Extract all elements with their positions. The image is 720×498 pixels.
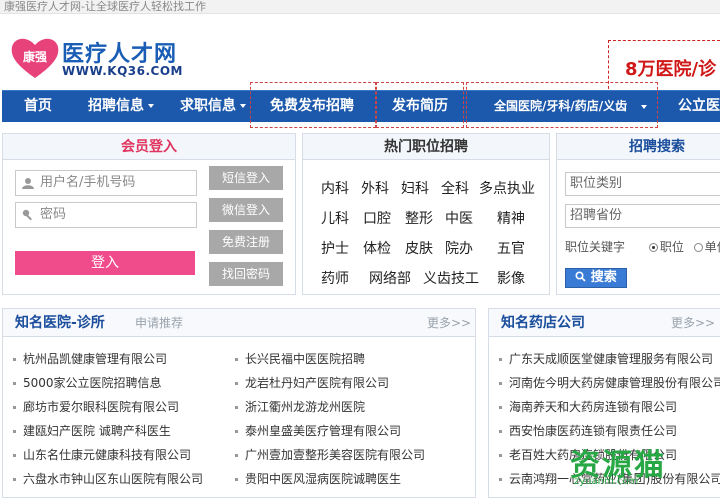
nav-resumes-label: 求职信息 — [180, 98, 236, 114]
list-item[interactable]: 杭州品凯健康管理有限公司 — [13, 347, 203, 371]
slogan-text: 康强医疗人才网-让全球医疗人轻松找工作 — [4, 0, 206, 13]
hot-jobs-title: 热门职位招聘 — [303, 134, 549, 160]
list-item[interactable]: 浙江衢州龙游龙州医院 — [235, 395, 425, 419]
hospitals-col1: 杭州品凯健康管理有限公司 5000家公立医院招聘信息 廊坊市爱尔眼科医院有限公司… — [13, 347, 203, 491]
list-item[interactable]: 廊坊市爱尔眼科医院有限公司 — [13, 395, 203, 419]
list-item[interactable]: 龙岩杜丹妇产医院有限公司 — [235, 371, 425, 395]
search-button-label: 搜索 — [590, 270, 617, 285]
key-icon — [22, 209, 32, 221]
hot-job-link[interactable]: 网络部 — [369, 268, 411, 288]
sms-login-button[interactable]: 短信登入 — [209, 166, 283, 190]
logo-url: WWW.KQ36.COM — [62, 64, 183, 78]
nav-directory-label: 全国医院/牙科/药店/义齿 — [494, 99, 628, 113]
nav-jobs-label: 招聘信息 — [88, 98, 144, 114]
search-button[interactable]: 搜索 — [565, 268, 627, 288]
nav-public-hospitals[interactable]: 公立医院 — [678, 91, 720, 122]
list-item[interactable]: 长兴民福中医医院招聘 — [235, 347, 425, 371]
chevron-down-icon — [240, 104, 246, 108]
logo-badge-text: 康强 — [23, 49, 47, 64]
hot-job-link[interactable]: 口腔 — [363, 208, 391, 228]
hot-job-link[interactable]: 药师 — [321, 268, 349, 288]
hot-jobs-grid: 内科 外科 妇科 全科 多点执业 儿科 口腔 整形 中医 精神 护士 体检 皮肤… — [317, 178, 547, 298]
username-placeholder: 用户名/手机号码 — [40, 175, 136, 190]
hospitals-title: 知名医院-诊所 — [15, 315, 105, 331]
pharmacies-more-link[interactable]: 更多>> — [671, 309, 715, 337]
radio-job[interactable] — [648, 243, 658, 252]
list-item[interactable]: 山东名仕康元健康科技有限公司 — [13, 443, 203, 467]
pharmacies-header: 知名药店公司 更多>> — [489, 309, 720, 337]
register-button[interactable]: 免费注册 — [209, 230, 283, 254]
hot-job-link[interactable]: 精神 — [497, 208, 525, 228]
search-icon — [575, 271, 586, 282]
user-icon — [22, 178, 34, 189]
radio-job-label: 职位 — [659, 240, 684, 254]
hot-job-link[interactable]: 内科 — [321, 178, 349, 198]
hot-job-link[interactable]: 全科 — [441, 178, 469, 198]
hot-job-link[interactable]: 中医 — [445, 208, 473, 228]
username-input[interactable]: 用户名/手机号码 — [15, 170, 197, 196]
main-nav: 首页 招聘信息 求职信息 免费发布招聘 发布简历 全国医院/牙科/药店/义齿 公… — [2, 90, 720, 122]
list-item[interactable]: 河南佐今明大药房健康管理股份有限公司 — [499, 371, 720, 395]
wechat-login-button[interactable]: 微信登入 — [209, 198, 283, 222]
hospitals-header: 知名医院-诊所 申请推荐 更多>> — [3, 309, 475, 337]
hospitals-panel: 知名医院-诊所 申请推荐 更多>> 杭州品凯健康管理有限公司 5000家公立医院… — [2, 308, 476, 498]
hot-job-link[interactable]: 整形 — [405, 208, 433, 228]
promo-banner[interactable]: 8万医院/诊 — [608, 40, 720, 94]
chevron-down-icon — [641, 104, 648, 109]
pharmacies-title: 知名药店公司 — [501, 315, 585, 331]
password-input[interactable]: 密码 — [15, 202, 197, 228]
apply-recommend-link[interactable]: 申请推荐 — [135, 309, 183, 337]
hospitals-more-link[interactable]: 更多>> — [427, 309, 471, 337]
nav-resumes[interactable]: 求职信息 — [180, 91, 246, 122]
hot-job-link[interactable]: 妇科 — [401, 178, 429, 198]
list-item[interactable]: 广州壹加壹整形美容医院有限公司 — [235, 443, 425, 467]
radio-unit[interactable] — [693, 243, 703, 252]
top-slogan-bar: 康强医疗人才网-让全球医疗人轻松找工作 — [0, 0, 720, 14]
hospitals-col2: 长兴民福中医医院招聘 龙岩杜丹妇产医院有限公司 浙江衢州龙游龙州医院 泰州皇盛美… — [235, 347, 425, 491]
hot-job-link[interactable]: 义齿技工 — [423, 268, 479, 288]
recover-password-button[interactable]: 找回密码 — [209, 262, 283, 286]
hot-job-link[interactable]: 五官 — [497, 238, 525, 258]
hot-job-link[interactable]: 外科 — [361, 178, 389, 198]
list-item[interactable]: 海南养天和大药房连锁有限公司 — [499, 395, 720, 419]
hot-job-link[interactable]: 院办 — [445, 238, 473, 258]
hot-job-link[interactable]: 多点执业 — [479, 178, 535, 198]
category-select[interactable]: 职位类别 — [565, 172, 720, 196]
login-button[interactable]: 登入 — [15, 251, 195, 275]
nav-post-job[interactable]: 免费发布招聘 — [270, 91, 354, 122]
hot-job-link[interactable]: 儿科 — [321, 208, 349, 228]
heart-logo-icon[interactable]: 康强 — [10, 36, 60, 80]
watermark-sub: zyuanm.com — [574, 476, 639, 487]
nav-jobs[interactable]: 招聘信息 — [88, 91, 154, 122]
list-item[interactable]: 广东天成顺医堂健康管理服务有限公司 — [499, 347, 720, 371]
nav-home[interactable]: 首页 — [24, 91, 52, 122]
nav-directory[interactable]: 全国医院/牙科/药店/义齿 — [494, 91, 648, 122]
keyword-row: 职位关键字 职位 单位 — [565, 238, 720, 255]
province-select[interactable]: 招聘省份 — [565, 204, 720, 228]
watermark: 资源猫 zyuanm.com — [560, 440, 720, 493]
hot-job-link[interactable]: 体检 — [363, 238, 391, 258]
radio-unit-label: 单位 — [704, 240, 720, 254]
site-header: 康强 医疗人才网 WWW.KQ36.COM 8万医院/诊 — [0, 14, 720, 94]
hot-job-link[interactable]: 皮肤 — [405, 238, 433, 258]
password-placeholder: 密码 — [40, 207, 67, 222]
job-search-title: 招聘搜索 — [557, 134, 720, 160]
login-panel: 会员登入 用户名/手机号码 密码 短信登入 微信登入 免费注册 找回密码 登入 — [2, 133, 296, 295]
keyword-input[interactable]: 职位关键字 — [565, 238, 645, 255]
login-title: 会员登入 — [3, 134, 295, 160]
hot-jobs-panel: 热门职位招聘 内科 外科 妇科 全科 多点执业 儿科 口腔 整形 中医 精神 护… — [302, 133, 550, 295]
chevron-down-icon — [148, 104, 154, 108]
list-item[interactable]: 泰州皇盛美医疗管理有限公司 — [235, 419, 425, 443]
promo-text: 8万医院/诊 — [625, 59, 717, 80]
list-item[interactable]: 六盘水市钟山区东山医院有限公司 — [13, 467, 203, 491]
nav-post-resume[interactable]: 发布简历 — [392, 91, 448, 122]
list-item[interactable]: 建瓯妇产医院 诚聘产科医生 — [13, 419, 203, 443]
hot-job-link[interactable]: 护士 — [321, 238, 349, 258]
list-item[interactable]: 贵阳中医风湿病医院诚聘医生 — [235, 467, 425, 491]
hot-job-link[interactable]: 影像 — [497, 268, 525, 288]
list-item[interactable]: 5000家公立医院招聘信息 — [13, 371, 203, 395]
job-search-panel: 招聘搜索 职位类别 招聘省份 职位关键字 职位 单位 搜索 — [556, 133, 720, 295]
